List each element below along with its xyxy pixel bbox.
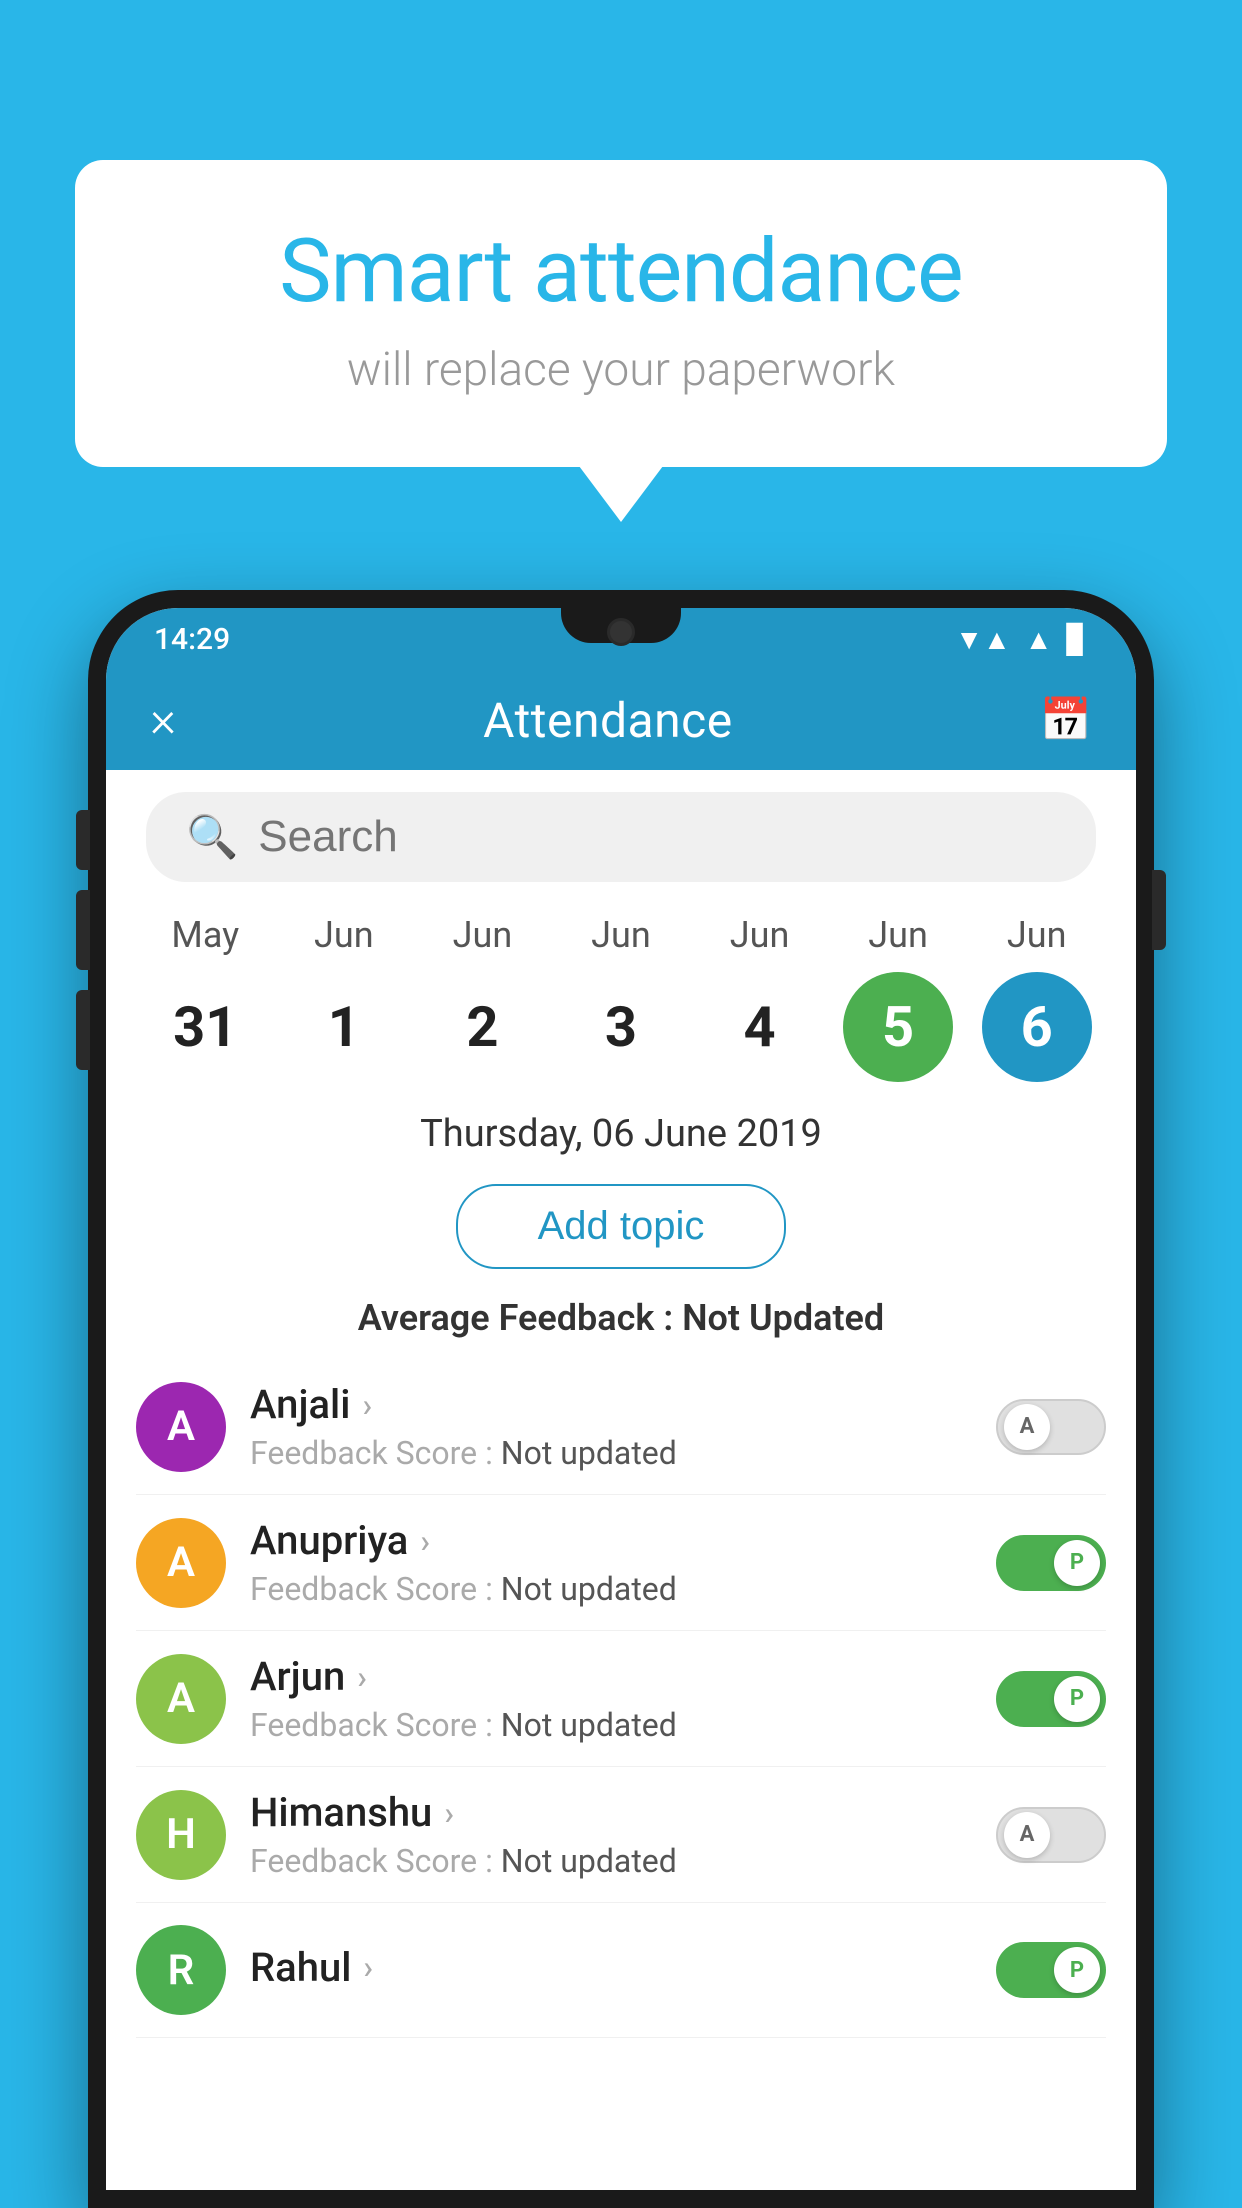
phone-screen: 14:29 ▼▲ ▲ ▊ × Attendance 📅 🔍 May31Jun1J… bbox=[106, 608, 1136, 2190]
date-number: 4 bbox=[705, 972, 815, 1082]
toggle-knob: P bbox=[1054, 1676, 1100, 1722]
date-item[interactable]: Jun 5 bbox=[833, 914, 963, 1082]
selected-date-label: Thursday, 06 June 2019 bbox=[106, 1112, 1136, 1156]
status-icons: ▼▲ ▲ ▊ bbox=[955, 623, 1088, 656]
chevron-icon: › bbox=[362, 1386, 372, 1424]
date-number: 5 bbox=[843, 972, 953, 1082]
feedback-score: Feedback Score : Not updated bbox=[250, 1706, 972, 1744]
wifi-icon: ▼▲ bbox=[955, 623, 1010, 656]
search-input[interactable] bbox=[258, 812, 1056, 862]
power-button bbox=[1152, 870, 1166, 950]
avatar: A bbox=[136, 1518, 226, 1608]
date-month: Jun bbox=[591, 914, 651, 956]
speech-bubble-subtitle: will replace your paperwork bbox=[155, 343, 1087, 397]
close-button[interactable]: × bbox=[150, 691, 176, 749]
add-topic-button[interactable]: Add topic bbox=[456, 1184, 787, 1269]
toggle-knob: A bbox=[1004, 1404, 1050, 1450]
attendance-toggle[interactable]: P bbox=[996, 1535, 1106, 1591]
date-number: 6 bbox=[982, 972, 1092, 1082]
date-month: Jun bbox=[730, 914, 790, 956]
student-name: Arjun › bbox=[250, 1653, 972, 1700]
date-month: Jun bbox=[314, 914, 374, 956]
date-item[interactable]: Jun 6 bbox=[972, 914, 1102, 1082]
student-info: Arjun › Feedback Score : Not updated bbox=[250, 1653, 972, 1744]
speech-bubble-title: Smart attendance bbox=[155, 220, 1087, 323]
attendance-toggle[interactable]: P bbox=[996, 1671, 1106, 1727]
student-name-text: Arjun bbox=[250, 1653, 345, 1700]
date-number: 2 bbox=[427, 972, 537, 1082]
date-month: Jun bbox=[453, 914, 513, 956]
toggle-knob: P bbox=[1054, 1947, 1100, 1993]
feedback-score: Feedback Score : Not updated bbox=[250, 1570, 972, 1608]
header-title: Attendance bbox=[483, 692, 733, 749]
date-item[interactable]: Jun 3 bbox=[556, 914, 686, 1082]
status-time: 14:29 bbox=[154, 622, 230, 657]
student-item[interactable]: A Anjali › Feedback Score : Not updated A bbox=[136, 1359, 1106, 1495]
student-name: Rahul › bbox=[250, 1944, 972, 1991]
date-number: 3 bbox=[566, 972, 676, 1082]
student-name-text: Anupriya bbox=[250, 1517, 408, 1564]
avg-feedback: Average Feedback : Not Updated bbox=[106, 1297, 1136, 1339]
toggle-knob: P bbox=[1054, 1540, 1100, 1586]
date-item[interactable]: Jun 4 bbox=[695, 914, 825, 1082]
date-month: May bbox=[171, 914, 239, 956]
date-month: Jun bbox=[1007, 914, 1067, 956]
avatar: H bbox=[136, 1790, 226, 1880]
calendar-icon[interactable]: 📅 bbox=[1040, 696, 1092, 745]
speech-bubble-container: Smart attendance will replace your paper… bbox=[75, 160, 1167, 467]
student-item[interactable]: R Rahul › P bbox=[136, 1903, 1106, 2038]
feedback-score: Feedback Score : Not updated bbox=[250, 1434, 972, 1472]
student-name: Anupriya › bbox=[250, 1517, 972, 1564]
student-name-text: Rahul bbox=[250, 1944, 351, 1991]
volume-down-button bbox=[76, 990, 90, 1070]
avatar: A bbox=[136, 1382, 226, 1472]
student-info: Anjali › Feedback Score : Not updated bbox=[250, 1381, 972, 1472]
date-item[interactable]: May 31 bbox=[140, 914, 270, 1082]
student-item[interactable]: A Arjun › Feedback Score : Not updated P bbox=[136, 1631, 1106, 1767]
attendance-toggle[interactable]: A bbox=[996, 1399, 1106, 1455]
toggle-knob: A bbox=[1004, 1812, 1050, 1858]
chevron-icon: › bbox=[444, 1794, 454, 1832]
student-list: AAnjali›Feedback Score : Not updatedAAAn… bbox=[106, 1359, 1136, 2038]
feedback-score: Feedback Score : Not updated bbox=[250, 1842, 972, 1880]
avatar: R bbox=[136, 1925, 226, 2015]
mute-button bbox=[76, 810, 90, 870]
date-number: 1 bbox=[289, 972, 399, 1082]
signal-icon: ▲ bbox=[1025, 623, 1053, 656]
avg-feedback-value: Not Updated bbox=[682, 1297, 884, 1339]
student-info: Rahul › bbox=[250, 1944, 972, 1997]
volume-up-button bbox=[76, 890, 90, 970]
speech-bubble: Smart attendance will replace your paper… bbox=[75, 160, 1167, 467]
date-item[interactable]: Jun 2 bbox=[417, 914, 547, 1082]
student-name-text: Anjali bbox=[250, 1381, 350, 1428]
student-info: Himanshu › Feedback Score : Not updated bbox=[250, 1789, 972, 1880]
student-name: Anjali › bbox=[250, 1381, 972, 1428]
battery-icon: ▊ bbox=[1066, 623, 1088, 656]
app-header: × Attendance 📅 bbox=[106, 670, 1136, 770]
student-name-text: Himanshu bbox=[250, 1789, 432, 1836]
student-item[interactable]: A Anupriya › Feedback Score : Not updated P bbox=[136, 1495, 1106, 1631]
phone-frame: 14:29 ▼▲ ▲ ▊ × Attendance 📅 🔍 May31Jun1J… bbox=[88, 590, 1154, 2208]
phone-camera bbox=[607, 618, 635, 646]
search-icon: 🔍 bbox=[186, 813, 238, 862]
chevron-icon: › bbox=[357, 1658, 367, 1696]
chevron-icon: › bbox=[363, 1948, 373, 1986]
attendance-toggle[interactable]: P bbox=[996, 1942, 1106, 1998]
student-name: Himanshu › bbox=[250, 1789, 972, 1836]
date-month: Jun bbox=[868, 914, 928, 956]
student-info: Anupriya › Feedback Score : Not updated bbox=[250, 1517, 972, 1608]
chevron-icon: › bbox=[420, 1522, 430, 1560]
attendance-toggle[interactable]: A bbox=[996, 1807, 1106, 1863]
date-number: 31 bbox=[150, 972, 260, 1082]
date-item[interactable]: Jun 1 bbox=[279, 914, 409, 1082]
student-item[interactable]: H Himanshu › Feedback Score : Not updated A bbox=[136, 1767, 1106, 1903]
avatar: A bbox=[136, 1654, 226, 1744]
avg-feedback-label: Average Feedback : bbox=[358, 1297, 673, 1339]
date-strip: May 31 Jun 1 Jun 2 Jun 3 Jun 4 Jun 5 Jun 6 bbox=[106, 904, 1136, 1082]
search-bar[interactable]: 🔍 bbox=[146, 792, 1096, 882]
